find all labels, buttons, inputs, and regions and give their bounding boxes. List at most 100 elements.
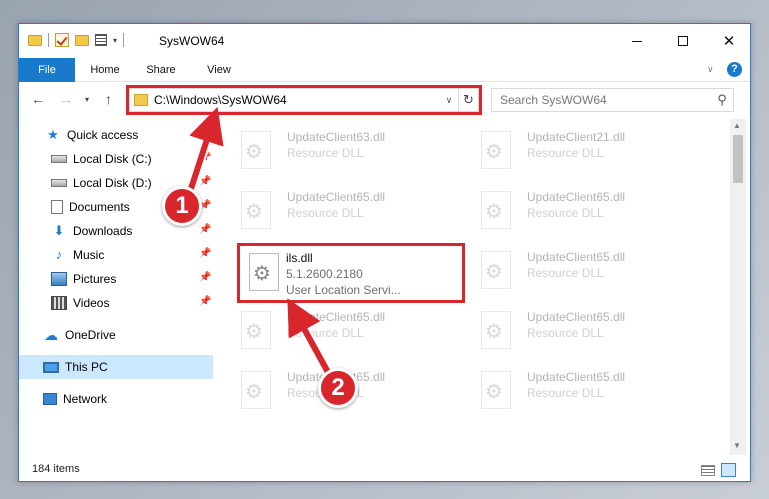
videos-icon (51, 296, 67, 310)
window-title: SysWOW64 (159, 34, 225, 48)
file-description: User Location Servi... (286, 283, 401, 297)
pin-icon[interactable]: 📌 (199, 248, 211, 259)
refresh-icon[interactable]: ↻ (458, 89, 478, 111)
sidebar-item-videos[interactable]: Videos 📌 (19, 291, 213, 315)
dll-file-icon: ⚙ (241, 311, 271, 349)
sidebar-item-quick-access[interactable]: ★ Quick access (19, 123, 213, 147)
pin-icon[interactable]: 📌 (199, 272, 211, 283)
sidebar-item-label: Quick access (67, 128, 139, 142)
pin-icon[interactable]: 📌 (199, 176, 211, 187)
maximize-button[interactable] (660, 24, 706, 58)
file-item[interactable]: ⚙ UpdateClient65.dll Resource DLL (469, 181, 694, 237)
details-view-icon[interactable] (701, 465, 715, 476)
file-name: ils.dll (286, 251, 313, 265)
pin-icon[interactable]: 📌 (199, 152, 211, 163)
title-bar: ▾ SysWOW64 ✕ (19, 24, 750, 58)
gear-icon: ⚙ (245, 141, 263, 163)
gear-icon: ⚙ (485, 381, 503, 403)
file-item[interactable]: ⚙ UpdateClient21.dll Resource DLL (469, 121, 694, 177)
pin-icon[interactable]: 📌 (199, 224, 211, 235)
expand-ribbon-chevron-icon[interactable]: ∨ (707, 64, 714, 75)
quick-access-toolbar: ▾ (28, 33, 125, 47)
sidebar-item-network[interactable]: Network (19, 387, 213, 411)
cloud-icon: ☁ (44, 327, 58, 343)
folder-icon (134, 94, 148, 106)
documents-icon (51, 200, 63, 214)
help-icon[interactable]: ? (727, 62, 742, 77)
toolbar-divider (48, 33, 49, 47)
pin-icon[interactable]: 📌 (199, 296, 211, 307)
pictures-icon (51, 272, 67, 286)
dll-file-icon: ⚙ (481, 251, 511, 289)
file-item[interactable]: ⚙ UpdateClient65.dll Resource DLL (229, 301, 454, 357)
item-count: 184 items (32, 463, 80, 475)
minimize-button[interactable] (614, 24, 660, 58)
forward-arrow-icon[interactable]: → (59, 91, 73, 107)
minimize-icon (632, 40, 642, 42)
vertical-scrollbar[interactable]: ▲ ▼ (730, 119, 746, 455)
maximize-icon (678, 36, 688, 46)
file-item[interactable]: ⚙ UpdateClient63.dll Resource DLL (229, 121, 454, 177)
tab-view[interactable]: View (199, 58, 239, 82)
tab-share[interactable]: Share (141, 58, 181, 82)
file-name: UpdateClient65.dll (527, 370, 626, 384)
gear-icon: ⚙ (485, 261, 503, 283)
recent-locations-caret-icon[interactable]: ▾ (85, 95, 89, 104)
dll-file-icon: ⚙ (241, 131, 271, 169)
file-item-ils-dll[interactable]: ⚙ ils.dll 5.1.2600.2180 User Location Se… (237, 243, 465, 303)
file-version: 5.1.2600.2180 (286, 267, 363, 281)
gear-icon: ⚙ (485, 201, 503, 223)
file-item[interactable]: ⚙ UpdateClient65.dll Resource DLL (469, 361, 694, 417)
address-dropdown-chevron-icon[interactable]: ∨ (440, 95, 458, 106)
file-item[interactable]: ⚙ UpdateClient65.dll Resource DLL (469, 301, 694, 357)
tab-file[interactable]: File (19, 58, 75, 82)
file-name: UpdateClient21.dll (527, 130, 626, 144)
properties-check-icon[interactable] (55, 33, 69, 47)
gear-icon: ⚙ (485, 321, 503, 343)
search-placeholder: Search SysWOW64 (500, 93, 607, 107)
file-name: UpdateClient65.dll (527, 190, 626, 204)
back-arrow-icon[interactable]: ← (31, 91, 45, 107)
sidebar-item-pictures[interactable]: Pictures 📌 (19, 267, 213, 291)
file-item[interactable]: ⚙ UpdateClient65.dll Resource DLL (229, 181, 454, 237)
search-input[interactable]: Search SysWOW64 ⚲ (491, 88, 734, 112)
dll-file-icon: ⚙ (481, 311, 511, 349)
step-badge-2: 2 (318, 368, 358, 408)
toolbar-divider (123, 33, 125, 47)
sidebar-item-this-pc[interactable]: This PC (19, 355, 213, 379)
file-item[interactable]: ⚙ UpdateClient65.dll Resource DLL (469, 241, 694, 297)
scroll-up-arrow-icon[interactable]: ▲ (733, 121, 741, 130)
dll-file-icon: ⚙ (481, 371, 511, 409)
gear-icon: ⚙ (253, 263, 271, 285)
sidebar-item-music[interactable]: ♪ Music 📌 (19, 243, 213, 267)
new-folder-icon[interactable] (75, 34, 89, 46)
sidebar-item-label: Documents (69, 200, 130, 214)
scrollbar-thumb[interactable] (733, 135, 743, 183)
search-icon[interactable]: ⚲ (711, 92, 733, 108)
sidebar-item-label: Local Disk (D:) (73, 176, 152, 190)
properties-icon[interactable] (95, 34, 107, 46)
file-description: Resource DLL (287, 326, 364, 340)
sidebar-item-label: This PC (65, 360, 108, 374)
file-description: Resource DLL (527, 146, 604, 160)
close-button[interactable]: ✕ (706, 24, 750, 58)
file-name: UpdateClient65.dll (287, 190, 386, 204)
customize-toolbar-caret-icon[interactable]: ▾ (113, 36, 117, 45)
dll-file-icon: ⚙ (241, 191, 271, 229)
scroll-down-arrow-icon[interactable]: ▼ (733, 441, 741, 450)
gear-icon: ⚙ (245, 381, 263, 403)
up-arrow-icon[interactable]: ↑ (105, 91, 112, 107)
navigation-pane: ★ Quick access Local Disk (C:) 📌 Local D… (19, 119, 213, 455)
dll-file-icon: ⚙ (241, 371, 271, 409)
address-path[interactable]: C:\Windows\SysWOW64 (154, 93, 440, 107)
large-icons-view-icon[interactable] (721, 463, 736, 477)
tab-home[interactable]: Home (83, 58, 127, 82)
disk-icon (51, 155, 67, 163)
sidebar-item-label: Music (73, 248, 105, 262)
address-bar[interactable]: C:\Windows\SysWOW64 ∨ ↻ (126, 85, 482, 115)
sidebar-item-local-disk-c[interactable]: Local Disk (C:) 📌 (19, 147, 213, 171)
folder-icon (28, 34, 42, 46)
file-name: UpdateClient65.dll (287, 310, 386, 324)
sidebar-item-label: OneDrive (65, 328, 116, 342)
sidebar-item-onedrive[interactable]: ☁ OneDrive (19, 323, 213, 347)
